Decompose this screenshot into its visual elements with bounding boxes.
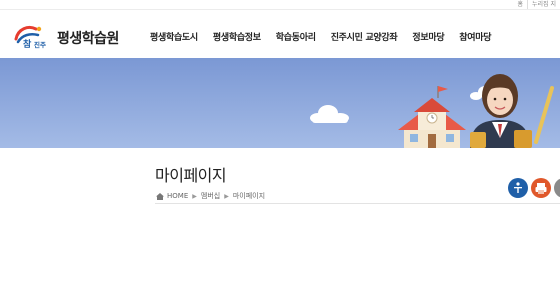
utility-link-sitemap[interactable]: 누리집 지 <box>527 0 560 9</box>
utility-link-home[interactable]: 홈 <box>513 0 527 9</box>
chevron-right-icon: ▶ <box>224 192 229 200</box>
print-icon <box>531 178 551 198</box>
breadcrumb-current: 마이페이지 <box>232 192 266 200</box>
breadcrumb: HOME ▶ 멤버십 ▶ 마이페이지 <box>156 191 265 201</box>
page-title: 마이페이지 <box>155 166 227 185</box>
student-illustration-icon <box>470 74 554 148</box>
nav-item-learning-info[interactable]: 평생학습정보 <box>213 30 261 43</box>
share-button[interactable] <box>554 178 560 198</box>
share-icon <box>554 178 560 198</box>
print-button[interactable] <box>531 178 551 198</box>
breadcrumb-membership[interactable]: 멤버십 <box>201 191 220 201</box>
cloud-icon <box>310 105 349 123</box>
home-icon <box>156 192 164 200</box>
breadcrumb-home[interactable]: HOME <box>167 192 188 200</box>
chevron-right-icon: ▶ <box>192 192 197 200</box>
title-divider <box>155 203 560 204</box>
nav-item-info-square[interactable]: 정보마당 <box>412 30 444 43</box>
sub-visual-banner <box>0 58 560 148</box>
accessibility-icon <box>508 178 528 198</box>
site-logo[interactable]: 참 진주 <box>12 23 52 50</box>
utility-links: 홈 누리집 지 <box>513 0 560 9</box>
svg-text:진주: 진주 <box>34 40 46 49</box>
banner-illustration <box>310 74 554 148</box>
nav-item-participation[interactable]: 참여마당 <box>459 30 491 43</box>
svg-text:참: 참 <box>23 38 32 49</box>
utility-bar: 홈 누리집 지 <box>0 0 560 10</box>
jinju-logo-icon: 참 진주 <box>14 25 46 50</box>
school-building-icon <box>398 86 466 148</box>
site-header: 참 진주 평생학습원 평생학습도시 평생학습정보 학습동아리 진주시민 교양강좌… <box>0 10 560 58</box>
nav-item-learning-clubs[interactable]: 학습동아리 <box>276 30 316 43</box>
nav-item-lifelong-learning-city[interactable]: 평생학습도시 <box>150 30 198 43</box>
site-title[interactable]: 평생학습원 <box>57 28 119 48</box>
nav-item-citizen-lectures[interactable]: 진주시민 교양강좌 <box>331 30 398 43</box>
accessibility-button[interactable] <box>508 178 528 198</box>
main-nav: 평생학습도시 평생학습정보 학습동아리 진주시민 교양강좌 정보마당 참여마당 <box>150 30 506 43</box>
